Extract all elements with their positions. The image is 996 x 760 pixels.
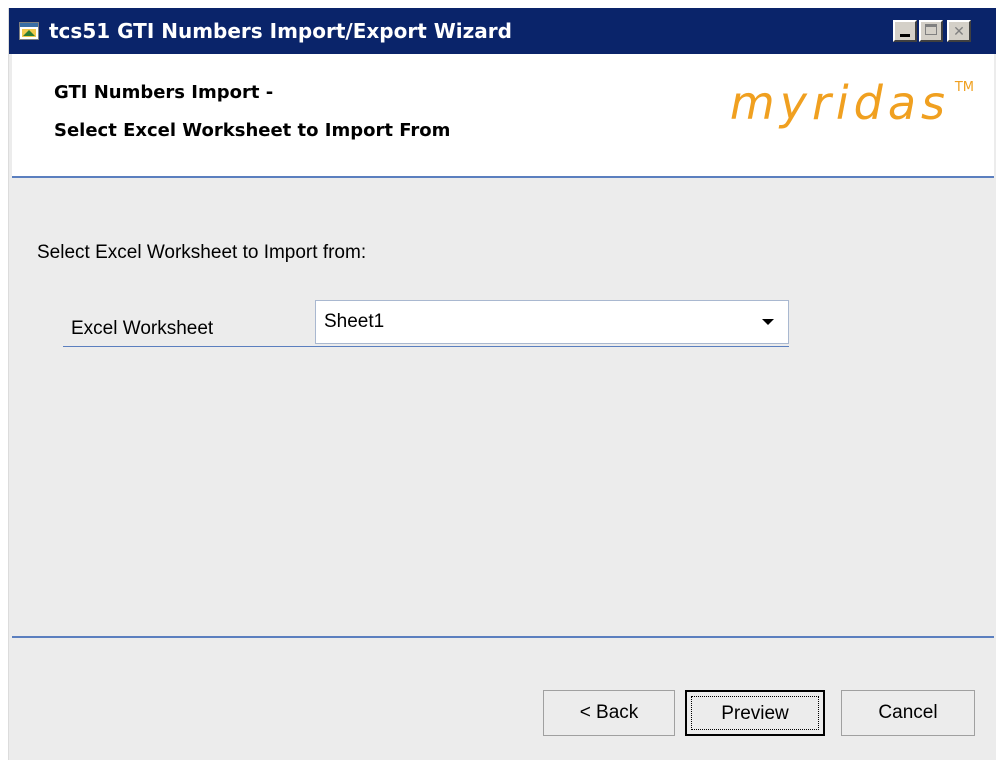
preview-button-label: Preview: [721, 703, 789, 724]
brand-logo: myridas: [729, 76, 950, 130]
chevron-down-icon[interactable]: [762, 319, 774, 325]
worksheet-label: Excel Worksheet: [71, 318, 214, 339]
close-button[interactable]: ✕: [947, 20, 971, 42]
wizard-app-icon: [19, 22, 39, 40]
wizard-header: GTI Numbers Import - Select Excel Worksh…: [12, 54, 994, 178]
maximize-button[interactable]: [919, 20, 943, 42]
instruction-text: Select Excel Worksheet to Import from:: [37, 242, 367, 263]
close-icon: ✕: [953, 23, 965, 39]
title-bar[interactable]: tcs51 GTI Numbers Import/Export Wizard ✕: [9, 8, 996, 54]
window-title: tcs51 GTI Numbers Import/Export Wizard: [49, 19, 512, 43]
worksheet-select-value: Sheet1: [324, 311, 385, 332]
footer-divider: [12, 636, 994, 638]
worksheet-field-row: Excel Worksheet Sheet1: [63, 300, 789, 347]
brand-trademark: TM: [954, 80, 974, 95]
back-button[interactable]: < Back: [543, 690, 675, 736]
worksheet-select[interactable]: Sheet1: [315, 300, 789, 344]
preview-button[interactable]: Preview: [685, 690, 825, 736]
wizard-window: tcs51 GTI Numbers Import/Export Wizard ✕…: [8, 8, 996, 760]
header-subtitle: Select Excel Worksheet to Import From: [54, 120, 451, 141]
minimize-icon: [900, 34, 910, 37]
header-title: GTI Numbers Import -: [54, 82, 274, 103]
cancel-button[interactable]: Cancel: [841, 690, 975, 736]
maximize-icon: [925, 24, 937, 35]
minimize-button[interactable]: [893, 20, 917, 42]
